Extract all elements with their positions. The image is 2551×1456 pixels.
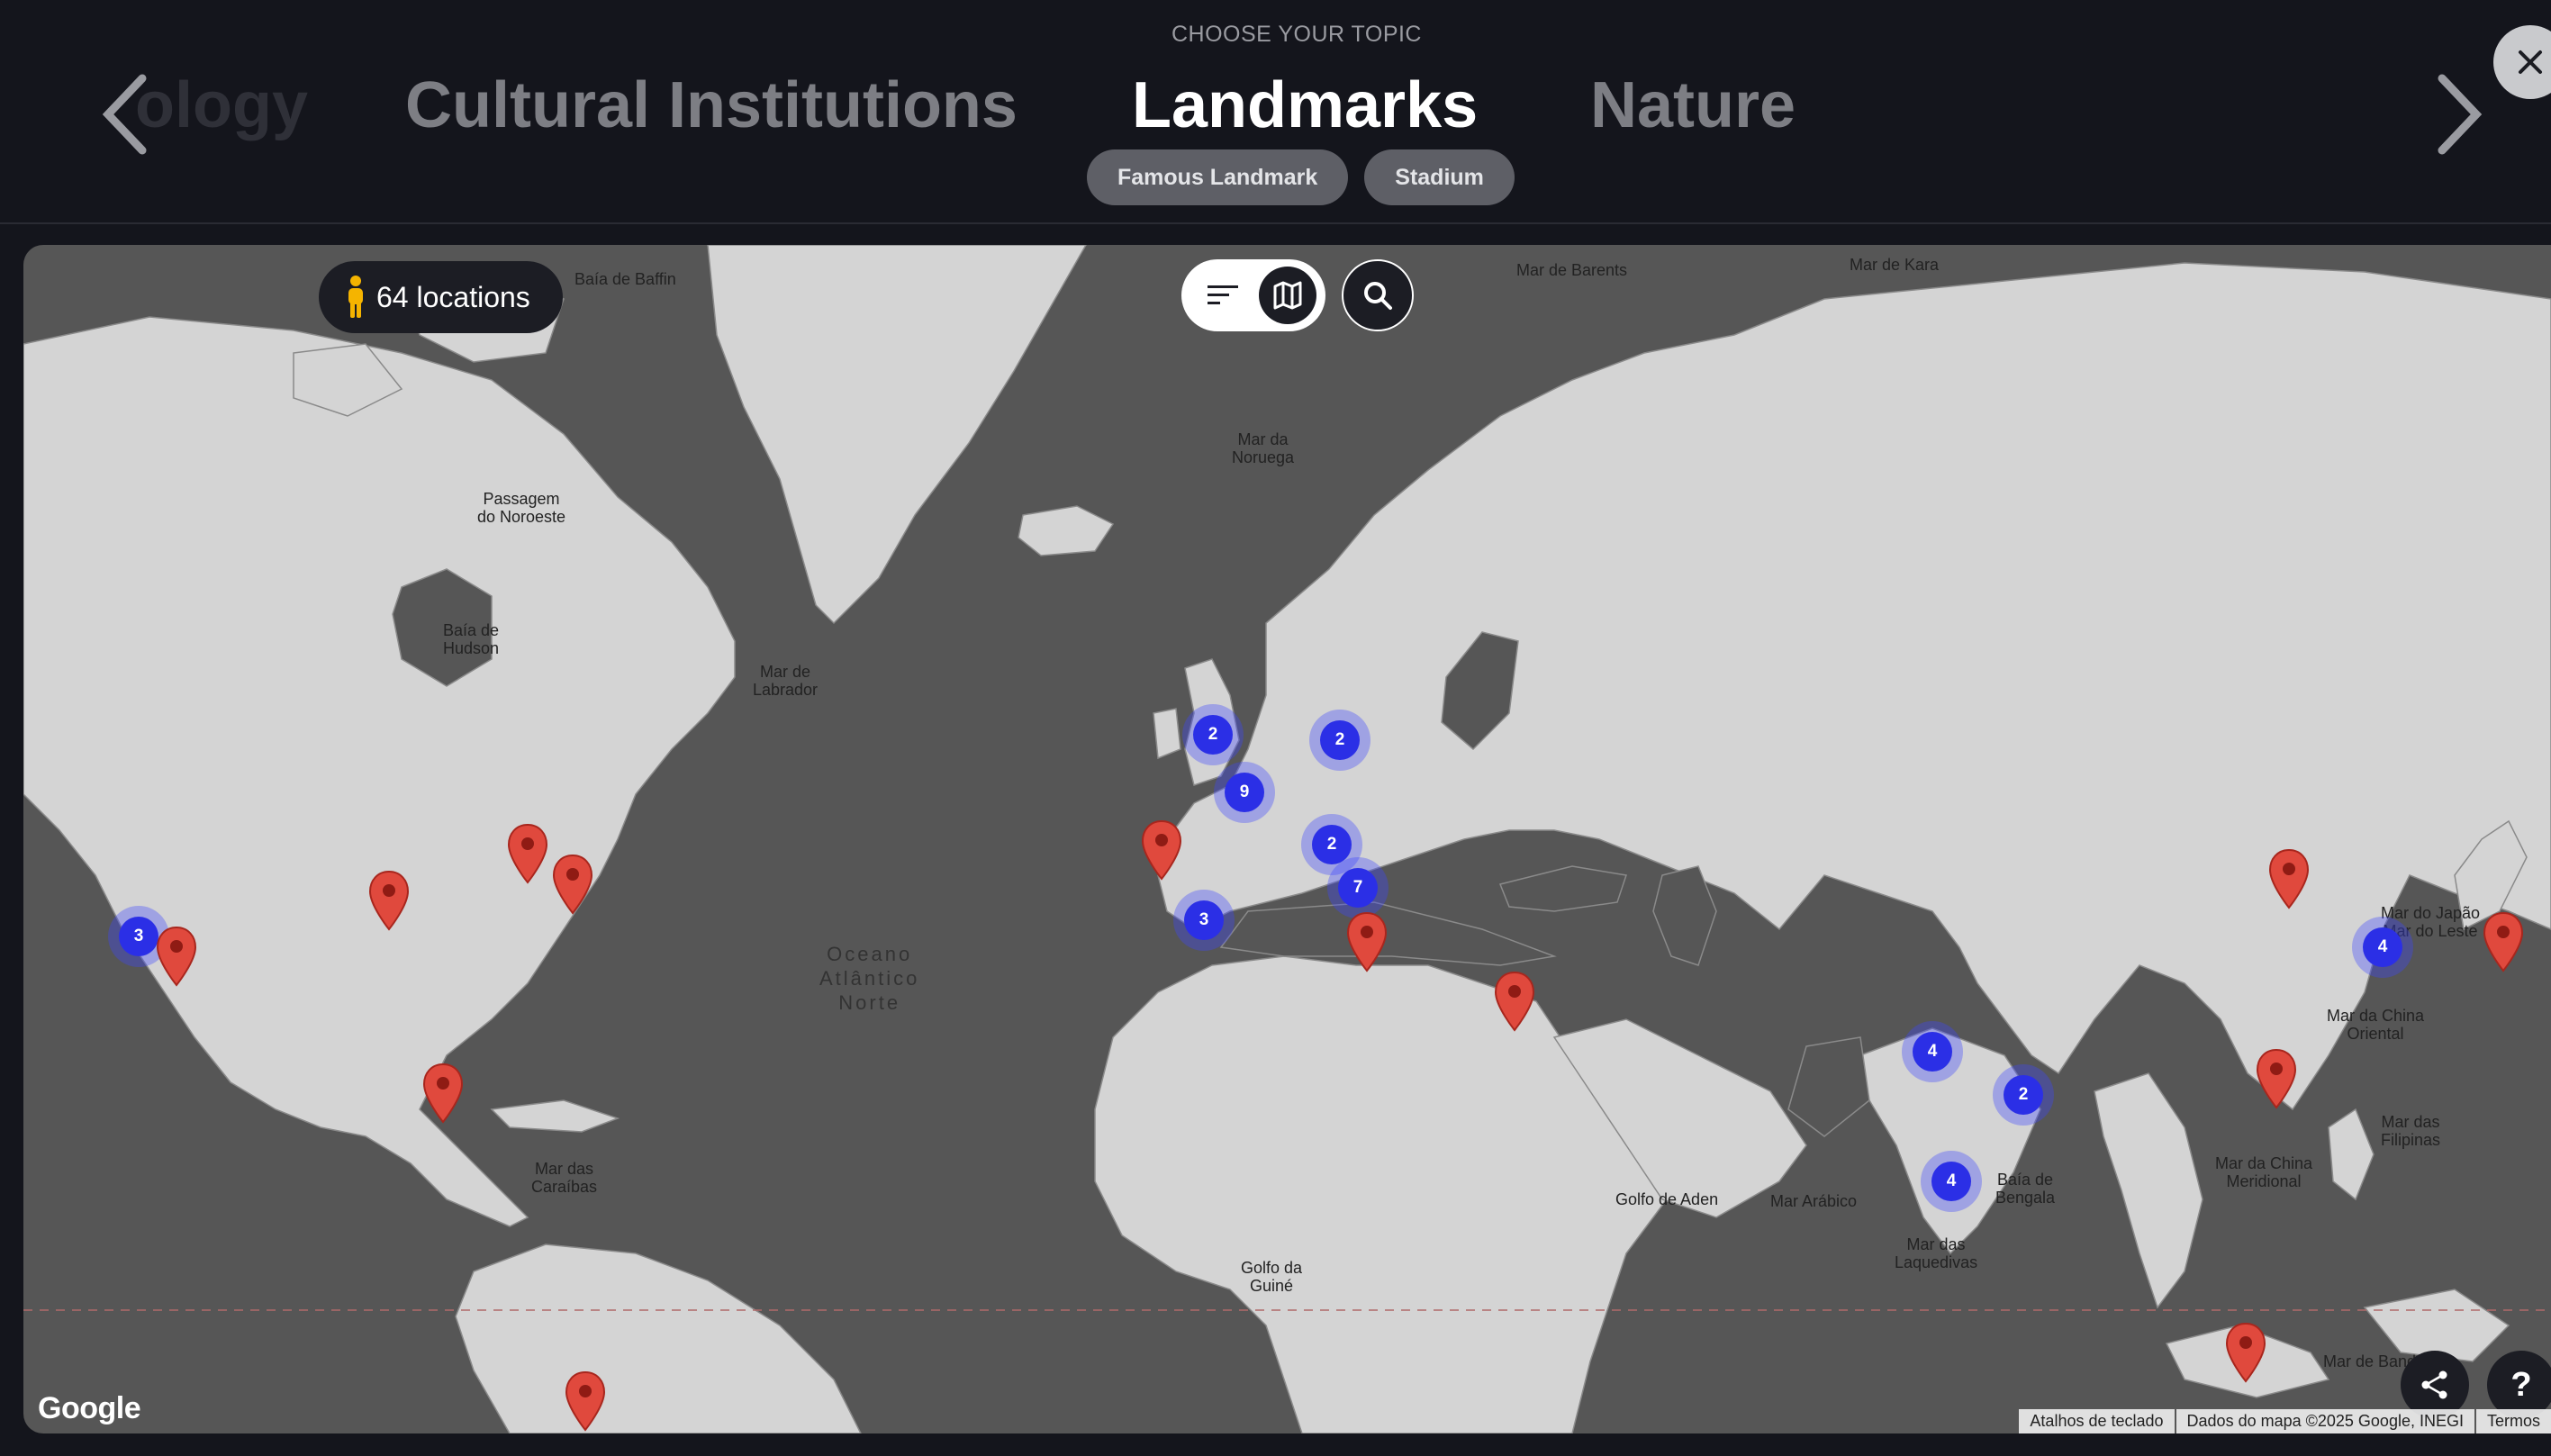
map-attribution: Atalhos de teclado Dados do mapa ©2025 G… — [2019, 1409, 2551, 1433]
topic-tab-cultural-institutions[interactable]: Cultural Institutions — [405, 65, 1018, 146]
location-pin[interactable] — [1141, 819, 1182, 881]
chevron-left-icon — [102, 74, 147, 155]
cluster-count: 2 — [1193, 715, 1233, 755]
cluster-count: 9 — [1225, 773, 1264, 812]
location-pin[interactable] — [2483, 911, 2524, 972]
map-data-credit: Dados do mapa ©2025 Google, INEGI — [2176, 1409, 2474, 1433]
location-cluster[interactable]: 2 — [1309, 710, 1370, 771]
share-icon — [2421, 1370, 2447, 1399]
location-pin[interactable] — [156, 926, 197, 987]
chevron-right-icon — [2438, 74, 2483, 155]
chip-famous-landmark[interactable]: Famous Landmark — [1087, 149, 1349, 205]
location-pin[interactable] — [1494, 971, 1535, 1032]
cluster-count: 4 — [1931, 1162, 1971, 1201]
location-cluster[interactable]: 7 — [1327, 857, 1389, 918]
filter-icon — [1208, 285, 1238, 304]
subtopic-chips: Famous Landmark Stadium — [1087, 149, 1515, 205]
person-icon — [348, 276, 363, 318]
map-label: Mar da Noruega — [1232, 430, 1295, 466]
topic-header: CHOOSE YOUR TOPIC ology Cultural Institu… — [0, 0, 2551, 224]
google-logo: Google — [38, 1391, 141, 1425]
search-button[interactable] — [1342, 259, 1414, 331]
map-label: Mar das Filipinas — [2381, 1113, 2441, 1149]
cluster-count: 3 — [1184, 900, 1224, 940]
map-label-ocean: Oceano Atlântico Norte — [819, 943, 920, 1014]
topic-tab-nature[interactable]: Nature — [1590, 65, 1796, 146]
keyboard-shortcuts-link[interactable]: Atalhos de teclado — [2019, 1409, 2175, 1433]
map-label: Baía de Bengala — [1995, 1171, 2056, 1207]
location-pin[interactable] — [552, 854, 593, 915]
close-icon — [2519, 50, 2542, 74]
locations-count: 64 locations — [376, 280, 530, 313]
map-label: Baía de Hudson — [443, 621, 500, 657]
cluster-count: 3 — [119, 917, 158, 956]
map-label: Mar de Barents — [1516, 261, 1628, 279]
location-pin[interactable] — [2268, 848, 2310, 909]
terms-link[interactable]: Termos — [2475, 1409, 2551, 1433]
map-label: Mar de Kara — [1850, 256, 1940, 274]
map-view-button[interactable] — [1259, 267, 1316, 324]
location-cluster[interactable]: 4 — [1902, 1021, 1963, 1082]
topic-tab-landmarks[interactable]: Landmarks — [1132, 65, 1478, 146]
map-icon — [1273, 281, 1302, 310]
cluster-count: 2 — [1320, 720, 1360, 760]
location-pin[interactable] — [565, 1370, 606, 1432]
map-label: Mar das Laquedivas — [1895, 1235, 1978, 1271]
map-label: Mar da China Meridional — [2215, 1154, 2313, 1190]
map-label: Mar das Caraíbas — [531, 1160, 598, 1196]
previous-topic-button[interactable] — [90, 65, 162, 164]
next-topic-button[interactable] — [2422, 65, 2494, 164]
map-label: Mar Arábico — [1770, 1192, 1858, 1210]
filter-button[interactable] — [1198, 270, 1248, 321]
map-label: Mar de Labrador — [753, 663, 819, 699]
location-pin[interactable] — [1346, 911, 1388, 972]
location-pin[interactable] — [2256, 1048, 2297, 1109]
location-cluster[interactable]: 2 — [1993, 1064, 2054, 1126]
location-cluster[interactable]: 9 — [1214, 762, 1275, 823]
cluster-count: 4 — [1913, 1032, 1952, 1072]
location-pin[interactable] — [2225, 1322, 2266, 1383]
cluster-count: 4 — [2363, 927, 2402, 967]
chip-stadium[interactable]: Stadium — [1364, 149, 1515, 205]
locations-count-pill[interactable]: 64 locations — [319, 261, 563, 333]
location-cluster[interactable]: 2 — [1182, 704, 1244, 765]
view-toggle — [1181, 259, 1325, 331]
search-icon — [1364, 282, 1392, 310]
cluster-count: 2 — [2004, 1075, 2043, 1115]
location-pin[interactable] — [422, 1063, 464, 1124]
map-label: Baía de Baffin — [574, 270, 676, 288]
map-label: Passagem do Noroeste — [477, 490, 566, 526]
location-cluster[interactable]: 4 — [1921, 1151, 1982, 1212]
choose-topic-label: CHOOSE YOUR TOPIC — [1171, 22, 1422, 47]
location-pin[interactable] — [507, 823, 548, 884]
world-map[interactable]: 64 locations Baía de Baffin Mar de Baren… — [23, 245, 2551, 1433]
map-basemap — [23, 245, 2551, 1433]
map-label: Mar da China Oriental — [2327, 1007, 2425, 1043]
cluster-count: 2 — [1312, 825, 1352, 864]
location-cluster[interactable]: 4 — [2352, 917, 2413, 978]
cluster-count: 7 — [1338, 868, 1378, 908]
map-label: Golfo de Aden — [1615, 1190, 1719, 1208]
location-pin[interactable] — [368, 870, 410, 931]
map-label: Golfo da Guiné — [1241, 1259, 1303, 1295]
location-cluster[interactable]: 3 — [1173, 890, 1235, 951]
